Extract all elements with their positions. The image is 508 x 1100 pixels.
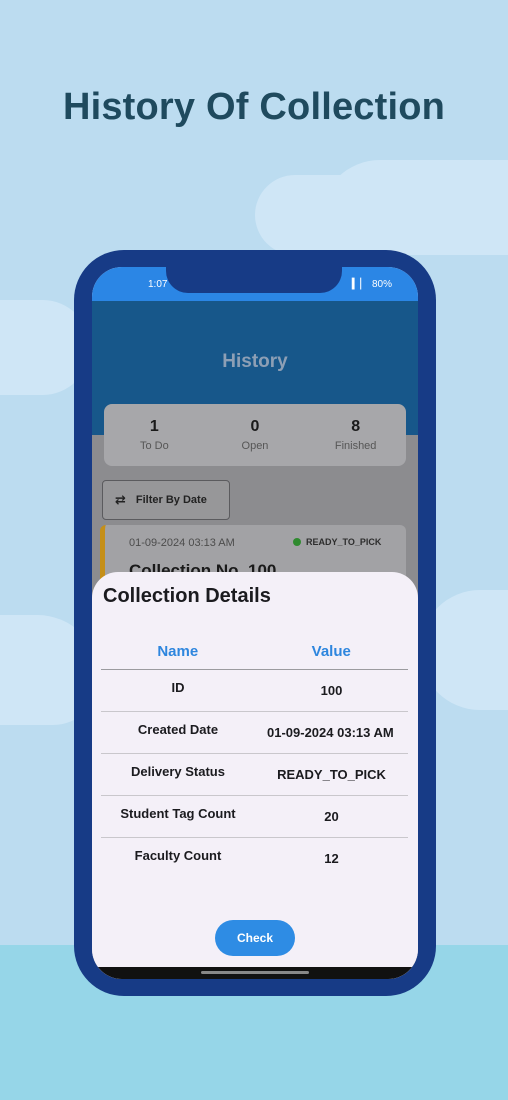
table-row: Student Tag Count 20 — [101, 796, 408, 838]
stat-value: 1 — [149, 418, 159, 435]
home-bar — [92, 967, 418, 979]
collection-details-sheet: Collection Details Name Value ID 100 Cre… — [92, 572, 418, 979]
promo-headline: History Of Collection — [62, 86, 446, 128]
row-value: 20 — [324, 809, 339, 824]
stat-finished[interactable]: 8 Finished — [311, 418, 401, 452]
table-row: Created Date 01-09-2024 03:13 AM — [101, 712, 408, 754]
row-name: Created Date — [137, 722, 219, 737]
stat-open[interactable]: 0 Open — [210, 418, 300, 452]
table-header: Name Value — [101, 634, 408, 670]
column-header-name: Name — [157, 643, 199, 660]
collection-date: 01-09-2024 03:13 AM — [129, 537, 235, 549]
phone-screen: 1:07 ▕▎▏ 80% History 1 To Do 0 Open 8 Fi… — [92, 267, 418, 979]
row-value: 01-09-2024 03:13 AM — [267, 725, 394, 740]
row-name: Delivery Status — [131, 764, 225, 779]
row-value: 100 — [320, 683, 343, 698]
battery-level: 80% — [371, 279, 392, 290]
column-header-value: Value — [311, 643, 351, 660]
app-title: History — [222, 351, 288, 372]
phone-notch — [166, 267, 342, 293]
status-text: READY_TO_PICK — [306, 537, 382, 547]
stat-todo[interactable]: 1 To Do — [109, 418, 199, 452]
stat-label: Open — [241, 440, 269, 452]
row-name: Faculty Count — [134, 848, 222, 863]
table-row: Faculty Count 12 — [101, 838, 408, 879]
home-indicator[interactable] — [201, 971, 309, 974]
cloud-decoration — [255, 175, 508, 255]
status-time: 1:07 — [148, 279, 168, 290]
status-indicators: ▕▎▏ 80% — [345, 279, 392, 290]
table-row: ID 100 — [101, 670, 408, 712]
filter-by-date-button[interactable]: ⇄ Filter By Date — [102, 480, 230, 520]
stats-card: 1 To Do 0 Open 8 Finished — [104, 404, 406, 466]
stat-value: 8 — [351, 418, 361, 435]
signal-icon: ▕▎▏ — [344, 279, 368, 290]
check-button[interactable]: Check — [215, 920, 295, 956]
stat-label: Finished — [334, 440, 377, 452]
row-name: ID — [171, 680, 185, 695]
status-dot-icon — [293, 538, 301, 546]
status-badge: READY_TO_PICK — [293, 537, 381, 547]
details-table: Name Value ID 100 Created Date 01-09-202… — [101, 634, 408, 879]
row-value: 12 — [324, 851, 339, 866]
stat-label: To Do — [139, 440, 169, 452]
filter-label: Filter By Date — [135, 494, 207, 506]
row-value: READY_TO_PICK — [277, 767, 386, 782]
swap-arrows-icon: ⇄ — [115, 492, 126, 507]
row-name: Student Tag Count — [120, 806, 236, 821]
table-row: Delivery Status READY_TO_PICK — [101, 754, 408, 796]
stat-value: 0 — [250, 418, 260, 435]
sheet-title: Collection Details — [103, 585, 271, 607]
